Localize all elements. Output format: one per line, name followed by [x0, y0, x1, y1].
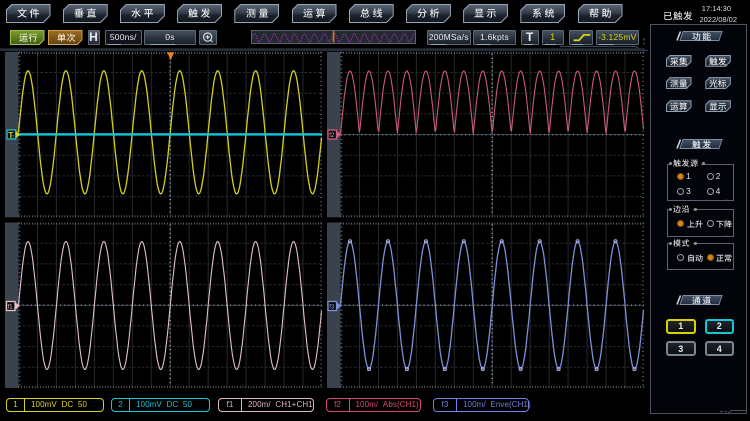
- svg-text:f2: f2: [329, 133, 335, 139]
- svg-text:f3: f3: [329, 304, 335, 310]
- svg-text:2: 2: [12, 135, 15, 141]
- svg-text:f1: f1: [8, 304, 14, 310]
